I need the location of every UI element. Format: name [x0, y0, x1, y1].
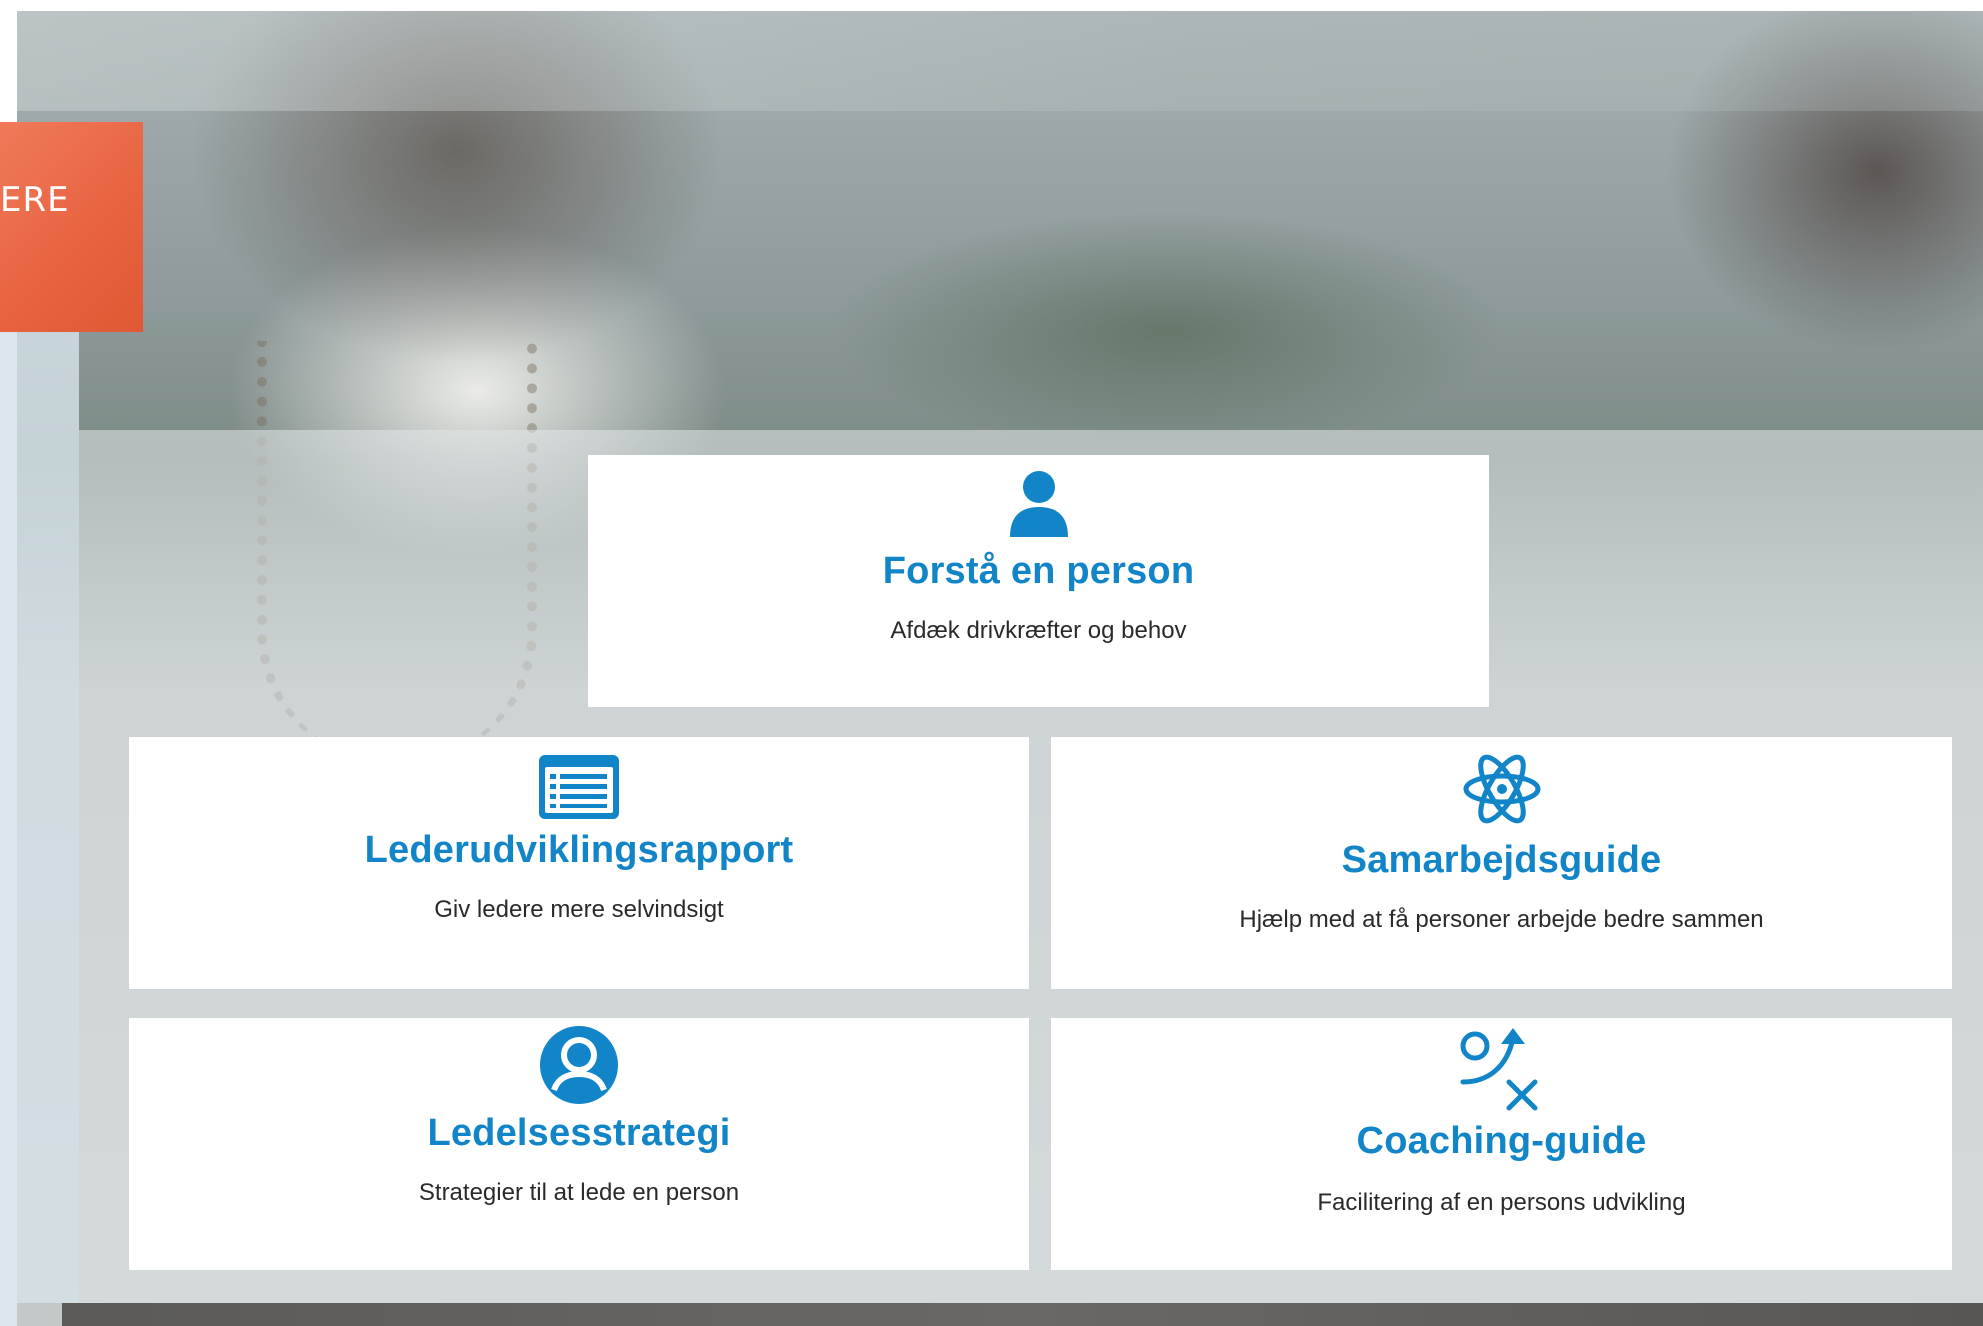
card-leader-development-report[interactable]: Lederudviklingsrapport Giv ledere mere s…: [129, 737, 1029, 989]
card-understand-person[interactable]: Forstå en person Afdæk drivkræfter og be…: [588, 455, 1489, 707]
coaching-play-icon: [1460, 1028, 1537, 1111]
card-subtitle: Hjælp med at få personer arbejde bedre s…: [1239, 906, 1764, 933]
atom-icon: [1463, 754, 1540, 824]
card-title: Forstå en person: [882, 550, 1195, 592]
card-leadership-strategy[interactable]: Ledelsesstrategi Strategier til at lede …: [129, 1018, 1029, 1270]
card-title: Coaching-guide: [1356, 1120, 1647, 1162]
card-subtitle: Afdæk drivkræfter og behov: [890, 617, 1187, 644]
card-title: Lederudviklingsrapport: [364, 829, 794, 871]
person-icon: [1009, 471, 1068, 537]
card-subtitle: Strategier til at lede en person: [418, 1179, 740, 1206]
card-collaboration-guide[interactable]: Samarbejdsguide Hjælp med at få personer…: [1051, 737, 1952, 989]
hero-top-band: [17, 11, 1983, 111]
left-side-panel: [0, 250, 17, 1326]
user-circle-icon: [540, 1026, 618, 1104]
side-menu-tab-label: ERE: [0, 180, 70, 220]
card-title: Samarbejdsguide: [1341, 839, 1662, 881]
left-side-panel-inner: [17, 330, 79, 1303]
hero-footer-band: [62, 1303, 1983, 1326]
card-coaching-guide[interactable]: Coaching-guide Facilitering af en person…: [1051, 1018, 1952, 1270]
side-menu-tab[interactable]: ERE: [0, 122, 143, 332]
card-subtitle: Giv ledere mere selvindsigt: [434, 896, 724, 923]
card-title: Ledelsesstrategi: [427, 1112, 731, 1154]
report-list-icon: [539, 755, 619, 819]
card-subtitle: Facilitering af en persons udvikling: [1317, 1189, 1686, 1216]
